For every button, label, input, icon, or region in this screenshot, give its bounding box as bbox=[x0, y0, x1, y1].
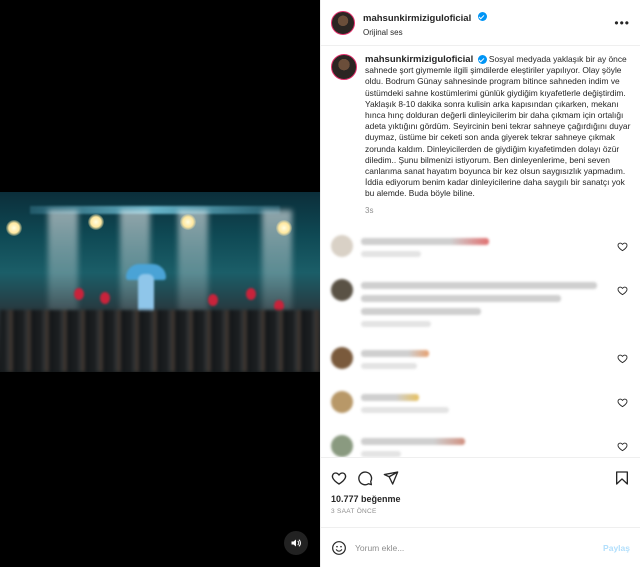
action-bar bbox=[331, 466, 630, 490]
like-comment-icon[interactable] bbox=[617, 441, 628, 452]
audio-label[interactable]: Orijinal ses bbox=[363, 28, 487, 37]
commenter-avatar[interactable] bbox=[331, 390, 353, 413]
stage-light bbox=[88, 214, 104, 230]
caption-age[interactable]: 3s bbox=[365, 206, 633, 215]
post-actions: 10.777 beğenme 3 SAAT ÖNCE bbox=[321, 457, 640, 519]
comment-item bbox=[331, 434, 630, 457]
caption-body: Sosyal medyada yaklaşık bir ay önce sahn… bbox=[365, 54, 631, 199]
caption-username[interactable]: mahsunkirmiziguloficial bbox=[365, 54, 473, 65]
audio-toggle-button[interactable] bbox=[284, 531, 308, 555]
red-light bbox=[100, 292, 110, 304]
red-light bbox=[208, 294, 218, 306]
author-username[interactable]: mahsunkirmiziguloficial bbox=[363, 13, 471, 24]
author-info: mahsunkirmiziguloficial Orijinal ses bbox=[363, 8, 487, 37]
commenter-avatar[interactable] bbox=[331, 278, 353, 301]
comment-item bbox=[331, 346, 630, 379]
emoji-icon[interactable] bbox=[331, 540, 347, 556]
commenter-avatar[interactable] bbox=[331, 346, 353, 369]
like-comment-icon[interactable] bbox=[617, 397, 628, 408]
bookmark-icon[interactable] bbox=[614, 470, 630, 486]
verified-badge-icon bbox=[477, 55, 487, 65]
comment-input[interactable] bbox=[355, 542, 596, 553]
heart-icon[interactable] bbox=[331, 470, 347, 486]
caption-author-avatar[interactable] bbox=[331, 54, 357, 80]
post-caption: mahsunkirmiziguloficial Sosyal medyada y… bbox=[331, 54, 630, 215]
add-comment-bar: Paylaş bbox=[321, 527, 640, 567]
speaker-icon bbox=[291, 539, 301, 547]
post-timestamp[interactable]: 3 SAAT ÖNCE bbox=[331, 508, 630, 515]
commenter-avatar[interactable] bbox=[331, 434, 353, 457]
red-light bbox=[246, 288, 256, 300]
more-options-icon[interactable]: ••• bbox=[614, 16, 630, 30]
comments-scroll-area[interactable]: mahsunkirmiziguloficial Sosyal medyada y… bbox=[321, 46, 640, 457]
like-comment-icon[interactable] bbox=[617, 285, 628, 296]
author-avatar[interactable] bbox=[331, 10, 355, 35]
share-icon[interactable] bbox=[383, 470, 399, 486]
commenter-avatar[interactable] bbox=[331, 234, 353, 257]
stage-light bbox=[6, 220, 22, 236]
stage-light bbox=[180, 214, 196, 230]
comment-item bbox=[331, 390, 630, 423]
like-count[interactable]: 10.777 beğenme bbox=[331, 494, 630, 504]
post-media[interactable] bbox=[0, 0, 320, 567]
caption-text: mahsunkirmiziguloficial Sosyal medyada y… bbox=[365, 54, 633, 200]
post-header: mahsunkirmiziguloficial Orijinal ses ••• bbox=[321, 0, 640, 46]
comment-item bbox=[331, 234, 630, 267]
like-comment-icon[interactable] bbox=[617, 241, 628, 252]
like-comment-icon[interactable] bbox=[617, 353, 628, 364]
post-comment-button[interactable]: Paylaş bbox=[603, 543, 630, 553]
comment-icon[interactable] bbox=[357, 470, 373, 486]
audience bbox=[0, 310, 320, 372]
red-light bbox=[74, 288, 84, 300]
stage-light bbox=[276, 220, 292, 236]
video-frame[interactable] bbox=[0, 192, 320, 372]
post-panel: mahsunkirmiziguloficial Orijinal ses •••… bbox=[320, 0, 640, 567]
verified-badge-icon bbox=[477, 12, 487, 22]
comment-item bbox=[331, 278, 630, 335]
